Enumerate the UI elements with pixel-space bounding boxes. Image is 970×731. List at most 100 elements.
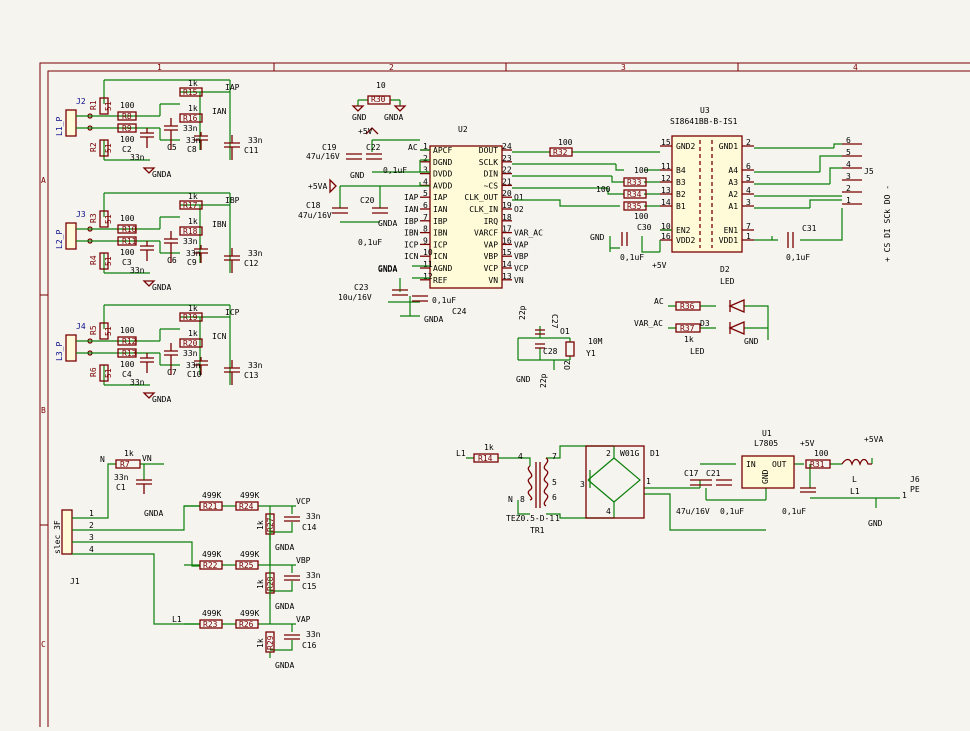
connector-j2[interactable]	[65, 334, 77, 362]
net-l1-supply: L1	[456, 449, 466, 458]
connector-j2[interactable]	[65, 222, 77, 250]
c19-value: 47u/16V	[306, 152, 340, 161]
j5-label: + CS DI SCk DO -	[883, 185, 892, 262]
c5-ref: C7	[167, 368, 177, 377]
u2-pin-num: 5	[423, 189, 428, 198]
d2-ref: D2	[720, 265, 730, 274]
net-o1: O1	[560, 327, 570, 336]
c5-ref: C6	[167, 256, 177, 265]
transformer-tr1[interactable]	[527, 457, 549, 508]
r31-ref: R31	[810, 460, 825, 469]
r8-value: 100	[120, 326, 135, 335]
connector-j2[interactable]	[65, 109, 77, 137]
divider-ra-ref: R22	[203, 561, 218, 570]
c5-value: 33n	[183, 237, 198, 246]
divider-ra-value: 499K	[202, 550, 221, 559]
r34-ref: R34	[627, 190, 642, 199]
gnda-label-u2d: GNDA	[424, 315, 443, 324]
connector-j1[interactable]	[61, 509, 73, 555]
divider-rb-ref: R25	[239, 561, 254, 570]
r30-value: 10	[376, 81, 386, 90]
u3-pin-name: VDD1	[719, 236, 738, 245]
r2-value: 51	[104, 256, 113, 266]
r14-ref: R14	[478, 454, 493, 463]
d3-ref: D3	[700, 319, 710, 328]
crystal-y1[interactable]	[565, 341, 575, 357]
u2-pin-num: 21	[502, 177, 512, 186]
divider-c-ref: C14	[302, 523, 317, 532]
u2-pin-name: DGND	[433, 158, 452, 167]
inductor-l1[interactable]	[841, 458, 872, 467]
frame-col-2: 2	[389, 63, 394, 72]
connector-j5[interactable]: 6 5 4 3 2 1	[842, 136, 862, 205]
y1-ref: Y1	[586, 349, 596, 358]
led-d3[interactable]	[728, 321, 745, 335]
r15-value: 1k	[188, 79, 198, 88]
c20-ref: C20	[360, 196, 375, 205]
r1-ref: R3	[89, 213, 98, 223]
divider-rb-value: 499K	[240, 491, 259, 500]
u2-pin-name: IRQ	[484, 217, 499, 226]
u2-pin-name: DIN	[484, 170, 499, 179]
p5va-label-u2: +5VA	[308, 182, 327, 191]
r34-value: 100	[596, 185, 611, 194]
u2-pin-num: 14	[502, 260, 512, 269]
gnda-label-u2b: GNDA	[378, 219, 397, 228]
u2-net-right: O2	[514, 205, 524, 214]
led-indicators: AC VAR_AC R36 R37 1k D2 LED D3 LED GND	[634, 265, 769, 356]
r2-ref: R4	[89, 255, 98, 265]
frame-row-a: A	[41, 176, 46, 185]
gnda-label-vn: GNDA	[144, 509, 163, 518]
c8-ref: C10	[187, 370, 202, 379]
r16-ref: R20	[183, 339, 198, 348]
u2-pin-name: IAP	[433, 193, 448, 202]
j2-net: L1_P	[55, 117, 64, 136]
divider-wire	[184, 514, 296, 658]
u2-net-left: IAP	[404, 193, 419, 202]
gnda-label: GNDA	[152, 283, 171, 292]
current-input-block-j4: J4 L3_P R5 51 R6 51 R12 100 R13 100 C4 3…	[55, 304, 263, 404]
u2-net-right: VAR_AC	[514, 229, 543, 238]
y1-value: 10M	[588, 337, 603, 346]
r16-ref: R16	[183, 114, 198, 123]
r1-ref: R5	[89, 325, 98, 335]
r15-ref: R19	[183, 313, 198, 322]
r2-ref: R6	[89, 367, 98, 377]
u2-pin-num: 23	[502, 154, 512, 163]
gnda-label-u2c: GNDA	[378, 265, 397, 274]
c-out-value: 0,1uF	[782, 507, 806, 516]
divider-c-value: 33n	[306, 630, 321, 639]
u2-pin-num: 10	[423, 248, 433, 257]
divider-ra-value: 499K	[202, 609, 221, 618]
r9-value: 100	[120, 360, 135, 369]
d1-pin-3: 3	[580, 480, 585, 489]
u2-pin-num: 9	[423, 236, 428, 245]
u3-pin-num: 3	[746, 198, 751, 207]
u2-pin-num: 6	[423, 201, 428, 210]
u3-pin-name: EN2	[676, 226, 691, 235]
u3-pin-name: EN1	[724, 226, 739, 235]
u2-ref: U2	[458, 125, 468, 134]
u2-pin-name: AGND	[433, 264, 452, 273]
u2-pin-name: REF	[433, 276, 448, 285]
u3-pin-num: 4	[746, 186, 751, 195]
oscillator: C27 22p C28 22p 10M Y1 O1 O2 GND	[516, 305, 603, 388]
c30-ref: C30	[637, 223, 652, 232]
r2-value: 51	[104, 368, 113, 378]
u2-pin-name: CLK_OUT	[464, 193, 498, 202]
frame-row-b: B	[41, 406, 46, 415]
u2-pin-num: 17	[502, 225, 512, 234]
l-value: L	[852, 475, 857, 484]
u2-net-right: VCP	[514, 264, 529, 273]
led-d2[interactable]	[728, 299, 745, 313]
u3-pin-num: 1	[746, 232, 751, 241]
c21-value: 0,1uF	[720, 507, 744, 516]
ic-u2[interactable]: U2 1 APCF2 DGND3 DVDD4 AVDD5 IAPIAP6 IANIAN7 IB…	[378, 125, 543, 289]
net-ac-u2: AC	[408, 143, 418, 152]
r8-ref: R10	[122, 225, 137, 234]
ic-u3[interactable]: U3 SI8641BB-B-IS1 15 GND211 B412 B313 B214 B1…	[660, 106, 754, 253]
divider-c-value: 33n	[306, 512, 321, 521]
c8-ref: C9	[187, 258, 197, 267]
frame-col-3: 3	[621, 63, 626, 72]
u2-pin-name: VARCF	[474, 229, 498, 238]
